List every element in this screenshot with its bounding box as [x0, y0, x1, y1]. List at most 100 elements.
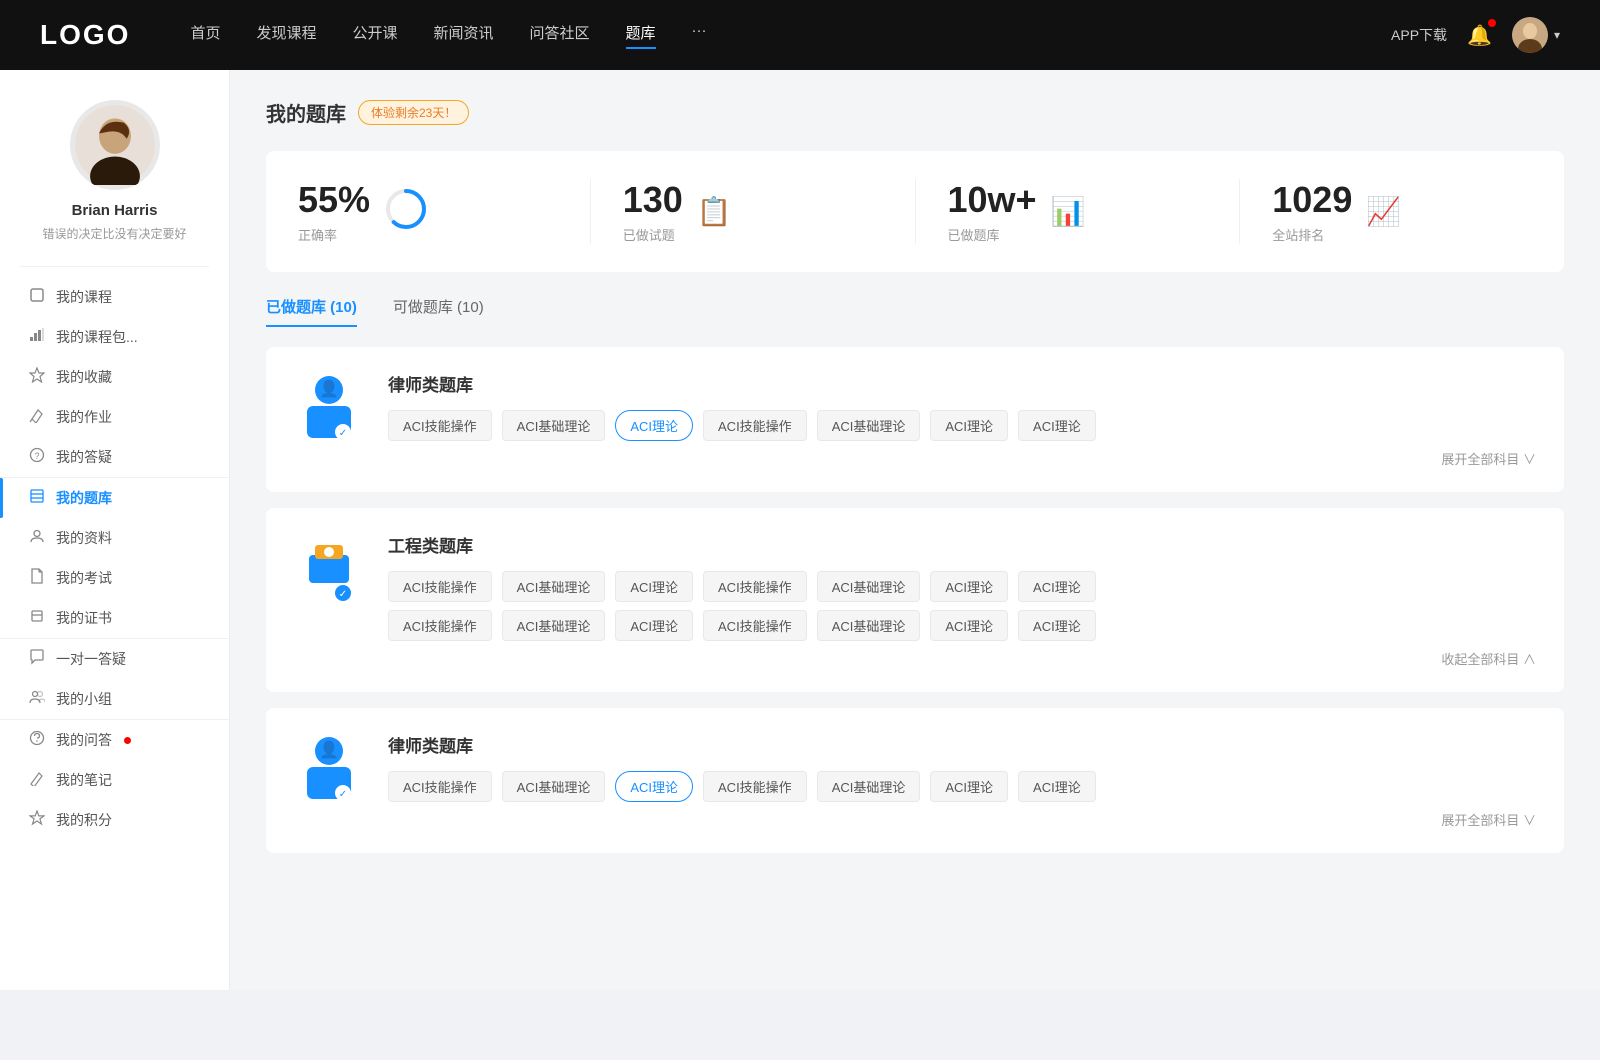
nav-item-题库[interactable]: 题库 [626, 22, 656, 49]
nav-icon-11 [28, 730, 46, 750]
sidebar-nav-item-9[interactable]: 一对一答疑 [0, 639, 229, 679]
stat-label-ranking: 全站排名 [1272, 225, 1352, 244]
tag-0-2[interactable]: ACI理论 [615, 410, 693, 441]
tag-1-r2-5[interactable]: ACI理论 [930, 610, 1008, 641]
nav-item-发现课程[interactable]: 发现课程 [256, 22, 316, 49]
nav-item-···[interactable]: ··· [692, 22, 707, 49]
sidebar-nav-item-0[interactable]: 我的课程 [0, 277, 229, 317]
tag-0-3[interactable]: ACI技能操作 [703, 410, 807, 441]
sidebar-nav-item-3[interactable]: 我的作业 [0, 397, 229, 437]
stat-ranking: 1029 全站排名 📈 [1240, 179, 1564, 244]
tag-2-5[interactable]: ACI理论 [930, 771, 1008, 802]
svg-text:✓: ✓ [339, 789, 347, 800]
nav-label-11: 我的问答 [56, 730, 112, 750]
sidebar-nav-item-10[interactable]: 我的小组 [0, 679, 229, 719]
tag-2-1[interactable]: ACI基础理论 [502, 771, 606, 802]
tag-0-4[interactable]: ACI基础理论 [817, 410, 921, 441]
tag-0-0[interactable]: ACI技能操作 [388, 410, 492, 441]
stats-row: 55% 正确率 130 已做试题 📋 [266, 151, 1564, 272]
nav-right: APP下载 🔔 ▾ [1391, 17, 1560, 53]
sidebar-nav-item-2[interactable]: 我的收藏 [0, 357, 229, 397]
nav-label-3: 我的作业 [56, 407, 112, 427]
sidebar-nav-item-4[interactable]: ? 我的答疑 [0, 437, 229, 477]
tag-1-r2-0[interactable]: ACI技能操作 [388, 610, 492, 641]
bank-content-2: 律师类题库ACI技能操作ACI基础理论ACI理论ACI技能操作ACI基础理论AC… [388, 732, 1536, 829]
nav-label-0: 我的课程 [56, 287, 112, 307]
stat-label-questions: 已做试题 [623, 225, 683, 244]
tag-1-4[interactable]: ACI基础理论 [817, 571, 921, 602]
stat-questions-done: 130 已做试题 📋 [591, 179, 916, 244]
tag-1-2[interactable]: ACI理论 [615, 571, 693, 602]
sidebar-nav-item-6[interactable]: 我的资料 [0, 518, 229, 558]
sidebar-profile: Brian Harris 错误的决定比没有决定要好 [0, 100, 229, 266]
bank-content-1: 工程类题库ACI技能操作ACI基础理论ACI理论ACI技能操作ACI基础理论AC… [388, 532, 1536, 668]
accuracy-circle-icon [384, 187, 428, 236]
tag-1-r2-6[interactable]: ACI理论 [1018, 610, 1096, 641]
tag-2-3[interactable]: ACI技能操作 [703, 771, 807, 802]
expand-link-0[interactable]: 展开全部科目 ∨ [388, 449, 1536, 468]
stat-value-banks: 10w+ [948, 179, 1037, 221]
tag-1-0[interactable]: ACI技能操作 [388, 571, 492, 602]
nav-icon-7 [28, 568, 46, 588]
stat-accuracy: 55% 正确率 [266, 179, 591, 244]
sidebar-nav-item-12[interactable]: 我的笔记 [0, 760, 229, 800]
svg-text:👤: 👤 [319, 379, 339, 398]
chart-icon: 📈 [1366, 195, 1401, 228]
nav-label-4: 我的答疑 [56, 447, 112, 467]
tag-0-6[interactable]: ACI理论 [1018, 410, 1096, 441]
tag-0-5[interactable]: ACI理论 [930, 410, 1008, 441]
tab-1[interactable]: 可做题库 (10) [393, 296, 484, 327]
sidebar-nav-item-5[interactable]: 我的题库 [0, 478, 229, 518]
stat-label-accuracy: 正确率 [298, 225, 370, 244]
nav-label-12: 我的笔记 [56, 770, 112, 790]
notification-bell[interactable]: 🔔 [1467, 23, 1492, 48]
page-header: 我的题库 体验剩余23天！ [266, 98, 1564, 127]
nav-label-13: 我的积分 [56, 810, 112, 830]
user-tagline: 错误的决定比没有决定要好 [20, 225, 209, 242]
nav-item-新闻资讯[interactable]: 新闻资讯 [434, 22, 494, 49]
nav-icon-3 [28, 407, 46, 427]
stat-label-banks: 已做题库 [948, 225, 1037, 244]
nav-item-问答社区[interactable]: 问答社区 [530, 22, 590, 49]
tag-0-1[interactable]: ACI基础理论 [502, 410, 606, 441]
bank-icon-1: ✓ [294, 532, 364, 612]
bank-card-2: 👤 ✓ 律师类题库 ACI技能操作 ACI基础理论 ACI理论 ACI技能操作 ACI基础… [266, 708, 1564, 853]
tag-1-r2-2[interactable]: ACI理论 [615, 610, 693, 641]
nav-icon-12 [28, 770, 46, 790]
nav-icon-9 [28, 649, 46, 669]
tag-1-3[interactable]: ACI技能操作 [703, 571, 807, 602]
tag-1-r2-1[interactable]: ACI基础理论 [502, 610, 606, 641]
tags-row-2: ACI技能操作 ACI基础理论 ACI理论 ACI技能操作 ACI基础理论 ACI理论 AC… [388, 771, 1536, 802]
nav-item-公开课[interactable]: 公开课 [352, 22, 397, 49]
user-avatar-menu[interactable]: ▾ [1512, 17, 1560, 53]
bank-cards-container: 👤 ✓ 律师类题库 ACI技能操作 ACI基础理论 ACI理论 ACI技能操作 ACI基础… [266, 347, 1564, 853]
nav-badge-11 [124, 737, 131, 744]
expand-link-2[interactable]: 展开全部科目 ∨ [388, 810, 1536, 829]
sidebar-nav-item-7[interactable]: 我的考试 [0, 558, 229, 598]
tab-0[interactable]: 已做题库 (10) [266, 296, 357, 327]
tag-1-r2-3[interactable]: ACI技能操作 [703, 610, 807, 641]
sidebar-nav-item-13[interactable]: 我的积分 [0, 800, 229, 840]
bank-title-2: 律师类题库 [388, 732, 1536, 757]
nav-item-首页[interactable]: 首页 [190, 22, 220, 49]
bank-title-0: 律师类题库 [388, 371, 1536, 396]
svg-text:?: ? [34, 451, 39, 461]
nav-label-8: 我的证书 [56, 608, 112, 628]
sidebar-nav-item-11[interactable]: 我的问答 [0, 720, 229, 760]
tag-2-4[interactable]: ACI基础理论 [817, 771, 921, 802]
tags-row-0: ACI技能操作 ACI基础理论 ACI理论 ACI技能操作 ACI基础理论 ACI理论 AC… [388, 410, 1536, 441]
sidebar-nav-item-1[interactable]: 我的课程包... [0, 317, 229, 357]
table-icon: 📊 [1051, 195, 1086, 228]
tag-2-2[interactable]: ACI理论 [615, 771, 693, 802]
svg-text:👤: 👤 [319, 740, 339, 759]
tag-1-6[interactable]: ACI理论 [1018, 571, 1096, 602]
tag-1-1[interactable]: ACI基础理论 [502, 571, 606, 602]
tag-1-5[interactable]: ACI理论 [930, 571, 1008, 602]
tag-2-0[interactable]: ACI技能操作 [388, 771, 492, 802]
tag-1-r2-4[interactable]: ACI基础理论 [817, 610, 921, 641]
app-download-link[interactable]: APP下载 [1391, 25, 1447, 45]
tag-2-6[interactable]: ACI理论 [1018, 771, 1096, 802]
expand-link-1[interactable]: 收起全部科目 ∧ [388, 649, 1536, 668]
sidebar-nav-item-8[interactable]: 我的证书 [0, 598, 229, 638]
bank-card-0: 👤 ✓ 律师类题库ACI技能操作ACI基础理论ACI理论ACI技能操作ACI基础… [266, 347, 1564, 492]
